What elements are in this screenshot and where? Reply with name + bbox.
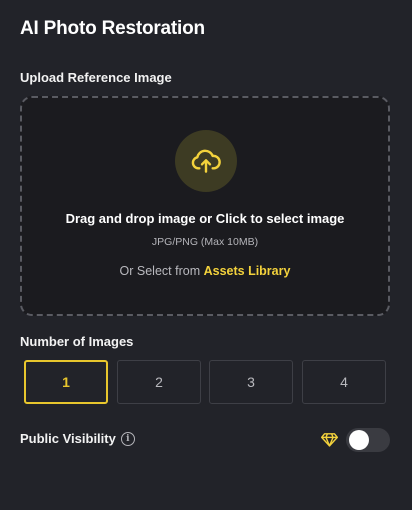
toggle-knob <box>349 430 369 450</box>
image-count-label: Number of Images <box>20 334 134 349</box>
image-count-option-2[interactable]: 2 <box>117 360 201 404</box>
public-visibility-label: Public Visibility <box>20 431 116 446</box>
info-icon[interactable]: i <box>120 431 135 446</box>
image-count-option-3[interactable]: 3 <box>209 360 293 404</box>
page-title: AI Photo Restoration <box>20 18 205 39</box>
assets-prefix-text: Or Select from <box>119 264 201 278</box>
upload-section-label: Upload Reference Image <box>20 70 172 85</box>
public-visibility-toggle[interactable] <box>346 428 390 452</box>
diamond-icon <box>321 433 338 447</box>
assets-library-line: Or Select from Assets Library <box>22 264 388 278</box>
image-count-option-4[interactable]: 4 <box>302 360 386 404</box>
cloud-upload-icon <box>191 149 221 173</box>
upload-primary-text: Drag and drop image or Click to select i… <box>65 211 345 226</box>
image-count-option-1[interactable]: 1 <box>24 360 108 404</box>
upload-icon-badge <box>175 130 237 192</box>
public-visibility-row: Public Visibility i <box>20 431 135 446</box>
assets-library-link[interactable]: Assets Library <box>204 264 291 278</box>
upload-format-hint: JPG/PNG (Max 10MB) <box>151 236 259 248</box>
upload-dropzone[interactable]: Drag and drop image or Click to select i… <box>20 96 390 316</box>
